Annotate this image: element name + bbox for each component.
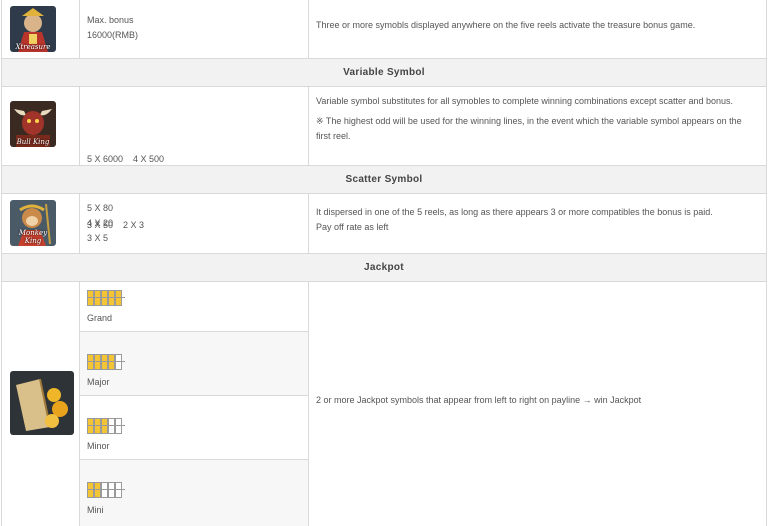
variable-payout-cell: 5 X 6000 4 X 500 3 X 50 2 X 3 [80,87,309,230]
treasure-icon-caption: Xtreasure [15,43,51,51]
scatter-payout-line2: 4 X 20 [87,218,114,228]
monkey-king-symbol-icon: Monkey King [10,200,56,246]
jackpot-level-minor: Minor [80,396,309,460]
major-reel-indicator [87,354,125,370]
jackpot-level-mini: Mini [80,460,309,526]
variable-description-line2: ※ The highest odd will be used for the w… [316,116,742,141]
treasure-description: Three or more symobls displayed anywhere… [316,20,696,30]
jackpot-description: 2 or more Jackpot symbols that appear fr… [316,395,642,405]
minor-reel-indicator [87,418,125,434]
grand-label: Grand [87,313,113,323]
jackpot-symbol-icon [10,371,74,435]
variable-symbol-title: Variable Symbol [343,67,425,78]
treasure-payout-cell: Max. bonus 16000(RMB) [80,0,309,58]
jackpot-level-major: Major [80,332,309,396]
jackpot-header: Jackpot [1,254,767,282]
treasure-description-cell: Three or more symobls displayed anywhere… [309,0,767,58]
scatter-symbol-title: Scatter Symbol [345,174,423,185]
variable-icon-cell: Bull King [1,87,80,165]
scatter-payout-line1: 5 X 80 [87,203,114,213]
jackpot-description-cell: 2 or more Jackpot symbols that appear fr… [309,282,767,526]
grand-reel-indicator [87,290,125,306]
bull-king-icon-caption: Bull King [16,138,50,146]
treasure-payout-line1: Max. bonus [87,15,134,25]
scatter-icon-cell: Monkey King [1,194,80,253]
variable-description-cell: Variable symbol substitutes for all symo… [309,87,767,165]
variable-symbol-header: Variable Symbol [1,59,767,87]
major-label: Major [87,377,110,387]
jackpot-icon-cell [1,282,80,526]
mini-label: Mini [87,505,104,515]
jackpot-row: Grand Major Minor Mini 2 or more Jackpot… [1,282,767,526]
jackpot-title: Jackpot [364,262,404,273]
treasure-payout-line2: 16000(RMB) [87,30,139,40]
treasure-symbol-icon: Xtreasure [10,6,56,52]
minor-label: Minor [87,441,110,451]
scatter-description-line2: Pay off rate as left [316,222,389,232]
monkey-king-icon-caption: Monkey King [18,229,48,245]
scatter-symbol-header: Scatter Symbol [1,166,767,194]
scatter-payout-line3: 3 X 5 [87,233,109,243]
scatter-description-cell: It dispersed in one of the 5 reels, as l… [309,194,767,253]
scatter-description-line1: It dispersed in one of the 5 reels, as l… [316,207,713,217]
jackpot-level-grand: Grand [80,282,309,332]
scatter-row: Monkey King 5 X 80 4 X 20 3 X 5 It dispe… [1,194,767,254]
scatter-payout-cell: 5 X 80 4 X 20 3 X 5 [80,194,309,253]
bull-king-symbol-icon: Bull King [10,101,56,147]
treasure-icon-cell: Xtreasure [1,0,80,58]
variable-row: Bull King 5 X 6000 4 X 500 3 X 50 2 X 3 … [1,87,767,230]
variable-description-line1: Variable symbol substitutes for all symo… [316,96,734,106]
mini-reel-indicator [87,482,125,498]
treasure-row: Xtreasure Max. bonus 16000(RMB) Three or… [1,0,767,59]
